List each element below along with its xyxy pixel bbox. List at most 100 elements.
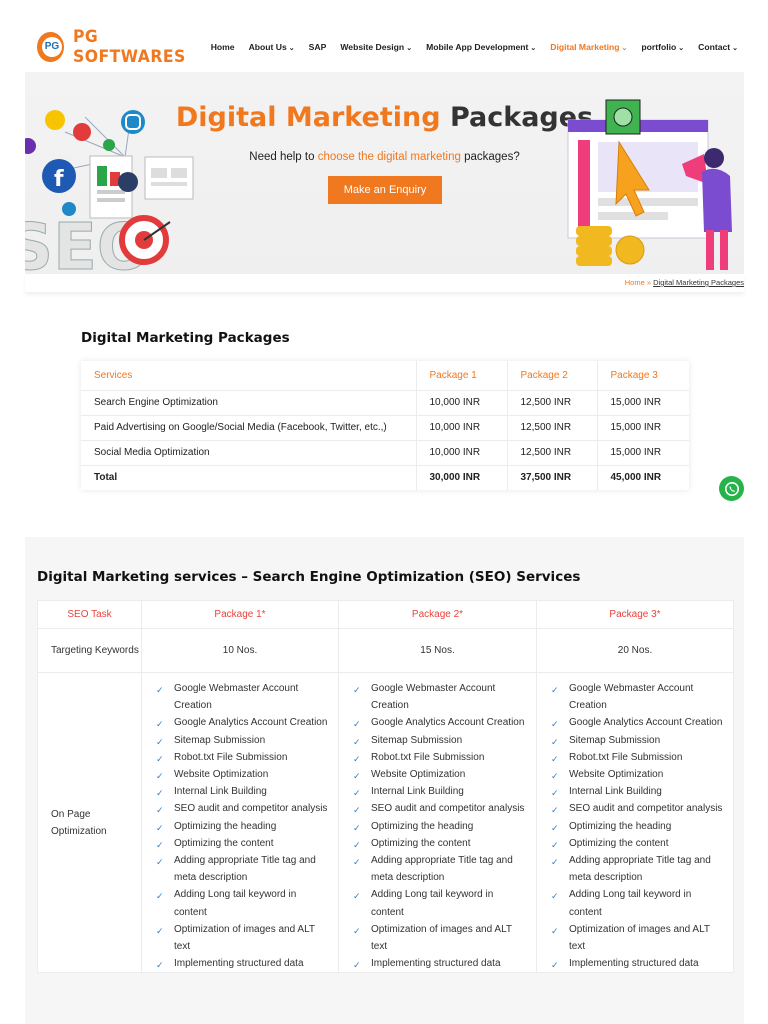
nav-item-label: Home: [210, 42, 235, 52]
checklist-item: Website Optimization: [156, 766, 330, 785]
checklist-item: Implementing structured data: [156, 955, 330, 974]
price-cell: 10,000 INR: [415, 390, 507, 416]
nav-item-portfolio[interactable]: portfolio ⌄: [641, 42, 684, 52]
price-cell: 10,000 INR: [415, 415, 507, 441]
nav-item-sap[interactable]: SAP: [309, 42, 327, 52]
nav-item-label: Contact: [698, 42, 731, 52]
nav-item-mobile-app-development[interactable]: Mobile App Development ⌄: [426, 42, 536, 52]
checklist-item: Implementing structured data: [551, 955, 725, 974]
hero-subtitle-before: Need help to: [249, 151, 318, 163]
checklist-item: Optimizing the heading: [156, 818, 330, 837]
onpage-label: On Page Optimization: [37, 671, 142, 974]
chevron-down-icon: ⌄: [406, 45, 413, 52]
header-services: Services: [81, 361, 416, 391]
checklist-item: Adding appropriate Title tag and meta de…: [156, 852, 330, 886]
nav-item-website-design[interactable]: Website Design ⌄: [340, 42, 412, 52]
coins-icon: [576, 226, 612, 236]
nav-item-label: Mobile App Development: [426, 42, 529, 52]
service-name: Search Engine Optimization: [81, 390, 416, 416]
checklist-item: Optimization of images and ALT text: [156, 921, 330, 955]
chevron-down-icon: ⌄: [678, 45, 685, 52]
table-row: On Page Optimization Google Webmaster Ac…: [37, 671, 734, 975]
hero-subtitle-link[interactable]: choose the digital marketing: [318, 151, 461, 163]
header-package-3: Package 3: [596, 361, 689, 391]
total-cell: 30,000 INR: [415, 465, 507, 490]
checklist-item: Adding Long tail keyword in content: [551, 886, 725, 920]
checklist-item: Adding Long tail keyword in content: [156, 886, 330, 920]
logo[interactable]: PG PG SOFTWARES: [25, 27, 211, 67]
checklist-item: Optimization of images and ALT text: [551, 921, 725, 955]
checklist-item: Optimizing the content: [551, 835, 725, 854]
nav-item-about-us[interactable]: About Us ⌄: [249, 42, 295, 52]
nav-item-home[interactable]: Home: [211, 42, 235, 52]
checklist-item: Google Webmaster Account Creation: [156, 680, 330, 714]
keywords-label: Targeting Keywords: [37, 628, 142, 673]
checklist: Google Webmaster Account CreationGoogle …: [353, 680, 528, 975]
logo-name: PG SOFTWARES: [72, 27, 186, 67]
logo-icon: PG: [37, 32, 64, 62]
nav-item-label: Website Design: [340, 42, 405, 52]
checklist-item: Google Analytics Account Creation: [156, 714, 330, 733]
checklist-item: Adding appropriate Title tag and meta de…: [353, 852, 528, 886]
checklist-item: Optimizing the content: [156, 835, 330, 854]
price-cell: 12,500 INR: [506, 415, 597, 441]
whatsapp-chat-button[interactable]: [719, 476, 744, 501]
onpage-cell-package-3: Google Webmaster Account CreationGoogle …: [536, 671, 734, 975]
price-cell: 12,500 INR: [506, 440, 597, 466]
seo-header-row: SEO Task Package 1* Package 2* Package 3…: [37, 600, 734, 629]
enquiry-button[interactable]: Make an Enquiry: [328, 176, 442, 204]
header-package-2: Package 2*: [338, 600, 537, 629]
packages-table: Services Package 1 Package 2 Package 3 S…: [81, 361, 689, 490]
checklist-item: Internal Link Building: [156, 783, 330, 802]
checklist-item: Internal Link Building: [353, 783, 528, 802]
checklist-item: Robot.txt File Submission: [353, 749, 528, 768]
breadcrumb-separator: »: [644, 278, 654, 287]
service-name: Social Media Optimization: [81, 440, 416, 466]
checklist-item: Google Analytics Account Creation: [551, 714, 725, 733]
checklist-item: Robot.txt File Submission: [156, 749, 330, 768]
checklist-item: Google Analytics Account Creation: [353, 714, 528, 733]
chevron-down-icon: ⌄: [621, 45, 628, 52]
price-cell: 10,000 INR: [415, 440, 507, 466]
onpage-cell-package-1: Google Webmaster Account CreationGoogle …: [141, 671, 339, 975]
breadcrumb-home[interactable]: Home: [625, 278, 645, 287]
price-cell: 15,000 INR: [596, 390, 689, 416]
breadcrumb-current[interactable]: Digital Marketing Packages: [653, 278, 744, 287]
header-package-2: Package 2: [506, 361, 597, 391]
header-package-1: Package 1*: [141, 600, 339, 629]
hero-banner: f SEO Digital Marketing Packages Need he…: [25, 72, 744, 274]
header-seo-task: SEO Task: [37, 600, 142, 629]
nav-item-contact[interactable]: Contact ⌄: [698, 42, 738, 52]
checklist-item: Optimizing the content: [353, 835, 528, 854]
chevron-down-icon: ⌄: [530, 45, 537, 52]
chevron-down-icon: ⌄: [732, 45, 738, 52]
checklist-item: SEO audit and competitor analysis: [156, 800, 330, 819]
checklist-item: Internal Link Building: [551, 783, 725, 802]
table-row: Paid Advertising on Google/Social Media …: [81, 415, 689, 441]
seo-section-title: Digital Marketing services – Search Engi…: [37, 569, 581, 585]
person-body: [702, 168, 732, 232]
checklist-item: Google Webmaster Account Creation: [551, 680, 725, 714]
checklist-item: Implementing structured data: [353, 955, 528, 974]
main-nav: Home About Us ⌄ SAP Website Design ⌄ Mobile Ap…: [211, 42, 738, 52]
price-cell: 15,000 INR: [596, 440, 689, 466]
header-package-1: Package 1: [415, 361, 507, 391]
packages-header-row: Services Package 1 Package 2 Package 3: [81, 361, 689, 391]
chevron-down-icon: ⌄: [288, 45, 295, 52]
packages-title: Digital Marketing Packages: [81, 330, 290, 346]
keywords-cell: 15 Nos.: [338, 628, 537, 673]
checklist-item: SEO audit and competitor analysis: [551, 800, 725, 819]
keywords-cell: 20 Nos.: [536, 628, 734, 673]
total-label: Total: [94, 472, 118, 484]
onpage-cell-package-2: Google Webmaster Account CreationGoogle …: [338, 671, 537, 975]
total-row: Total 30,000 INR 37,500 INR 45,000 INR: [81, 465, 689, 490]
nav-item-digital-marketing[interactable]: Digital Marketing ⌄: [550, 42, 627, 52]
keywords-cell: 10 Nos.: [141, 628, 339, 673]
checklist-item: Website Optimization: [551, 766, 725, 785]
checklist-item: Optimization of images and ALT text: [353, 921, 528, 955]
checklist-item: Robot.txt File Submission: [551, 749, 725, 768]
checklist-item: Optimizing the heading: [551, 818, 725, 837]
logo-mark-text: PG: [42, 37, 62, 57]
total-cell: 45,000 INR: [596, 465, 689, 490]
table-row: Social Media Optimization 10,000 INR 12,…: [81, 440, 689, 466]
